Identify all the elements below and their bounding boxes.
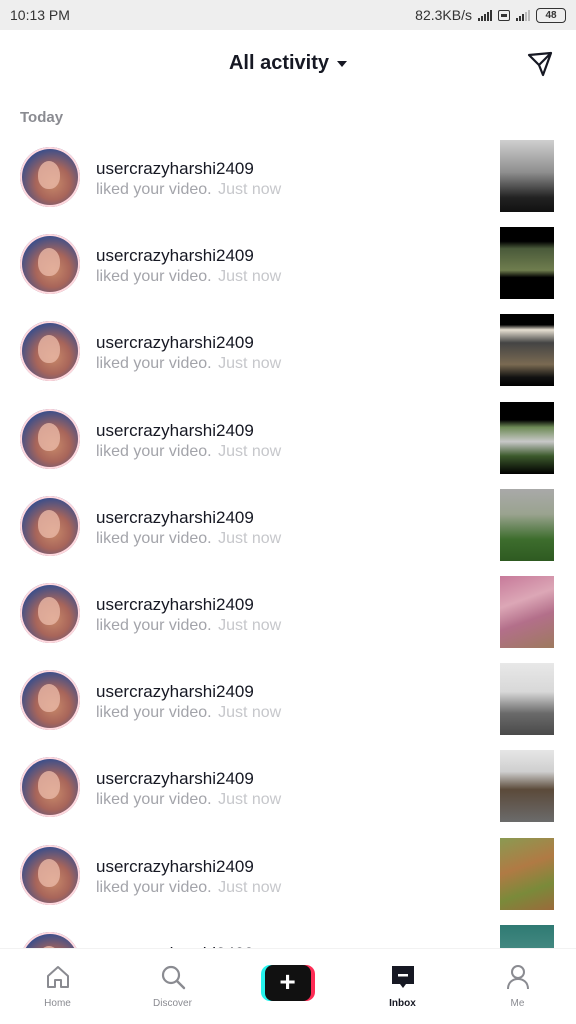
notification-text: liked your video. Just now: [96, 617, 281, 635]
home-icon: [46, 966, 69, 988]
avatar[interactable]: [20, 583, 80, 643]
notification-row[interactable]: usercrazyharshi2409 liked your video. Jus…: [0, 312, 576, 399]
nav-discover[interactable]: Discover: [115, 949, 230, 1024]
video-thumbnail[interactable]: [500, 837, 554, 910]
nav-home[interactable]: Home: [0, 949, 115, 1024]
notification-row[interactable]: usercrazyharshi2409liked your video. Jus…: [0, 923, 576, 948]
notification-action: liked your video.: [96, 529, 212, 547]
page-title: All activity: [228, 52, 330, 74]
section-label-today: Today: [20, 109, 64, 126]
avatar[interactable]: [20, 931, 80, 948]
notification-action: liked your video.: [96, 355, 212, 373]
video-thumbnail[interactable]: [500, 750, 554, 823]
status-time: 10:13 PM: [10, 7, 70, 23]
avatar[interactable]: [20, 321, 80, 382]
notification-text: liked your video. Just now: [96, 530, 281, 548]
notification-row[interactable]: usercrazyharshi2409 liked your video. Jus…: [0, 748, 576, 835]
notification-time: Just now: [218, 355, 282, 373]
notification-time: Just now: [218, 617, 282, 634]
notification-username[interactable]: usercrazyharshi2409: [96, 769, 254, 789]
inbox-header: All activity: [0, 30, 576, 96]
notification-text: liked your video. Just now: [96, 879, 281, 897]
video-thumbnail[interactable]: [500, 488, 554, 561]
battery-icon: 48: [536, 7, 566, 23]
notification-text: liked your video. Just now: [96, 791, 281, 809]
signal-icon: [478, 9, 492, 21]
avatar[interactable]: [20, 757, 80, 818]
nav-me-label: Me: [510, 998, 525, 1009]
notification-username[interactable]: usercrazyharshi2409: [96, 159, 254, 179]
notification-action: liked your video.: [96, 268, 212, 286]
notification-action: liked your video.: [96, 704, 212, 722]
video-thumbnail[interactable]: [500, 924, 554, 948]
status-indicators: 82.3KB/s 48: [415, 7, 566, 23]
caret-down-icon: [337, 60, 348, 67]
notification-username[interactable]: usercrazyharshi2409: [96, 508, 254, 528]
nav-inbox[interactable]: Inbox: [345, 949, 460, 1024]
status-bar: 10:13 PM 82.3KB/s 48: [0, 0, 576, 30]
notification-row[interactable]: usercrazyharshi2409liked your video. Jus…: [0, 836, 576, 923]
nav-create[interactable]: +: [230, 949, 345, 1024]
nav-discover-label: Discover: [153, 998, 192, 1009]
avatar[interactable]: [20, 408, 80, 469]
video-thumbnail[interactable]: [500, 140, 554, 212]
nav-home-label: Home: [44, 998, 71, 1009]
notification-time: Just now: [218, 268, 282, 286]
notification-username[interactable]: usercrazyharshi2409: [96, 333, 254, 353]
avatar[interactable]: [20, 670, 80, 731]
notification-username[interactable]: usercrazyharshi2409: [96, 857, 254, 877]
notification-list[interactable]: usercrazyharshi2409 liked your video. Jus…: [0, 138, 576, 948]
notification-time: Just now: [218, 442, 282, 460]
notification-action: liked your video.: [96, 791, 212, 809]
notification-username[interactable]: usercrazyharshi2409: [96, 595, 254, 615]
avatar[interactable]: [20, 495, 80, 556]
inbox-icon: [391, 966, 414, 988]
video-thumbnail[interactable]: [500, 227, 554, 300]
paper-plane-icon[interactable]: [526, 50, 554, 78]
avatar[interactable]: [20, 147, 80, 207]
plus-icon: +: [264, 965, 311, 1001]
avatar[interactable]: [20, 844, 80, 905]
bottom-nav: Home Discover + Inbox Me: [0, 948, 576, 1024]
notification-time: Just now: [218, 878, 282, 896]
nav-me[interactable]: Me: [460, 949, 575, 1024]
notification-username[interactable]: usercrazyharshi2409: [96, 682, 254, 702]
notification-row[interactable]: usercrazyharshi2409 liked your video. Jus…: [0, 138, 576, 225]
notification-text: liked your video. Just now: [96, 443, 281, 461]
notification-action: liked your video.: [96, 442, 212, 460]
create-button[interactable]: +: [260, 965, 315, 1001]
notification-text: liked your video. Just now: [96, 181, 281, 199]
notification-action: liked your video.: [96, 181, 212, 198]
notification-action: liked your video.: [96, 878, 212, 896]
video-thumbnail[interactable]: [500, 401, 554, 474]
avatar[interactable]: [20, 234, 80, 295]
notification-text: liked your video. Just now: [96, 355, 281, 373]
search-icon: [161, 965, 185, 990]
notification-username[interactable]: usercrazyharshi2409: [96, 421, 254, 441]
notification-row[interactable]: usercrazyharshi2409 liked your video. Jus…: [0, 574, 576, 661]
notification-text: liked your video. Just now: [96, 268, 281, 286]
notification-row[interactable]: usercrazyharshi2409 liked your video. Jus…: [0, 225, 576, 312]
notification-row[interactable]: usercrazyharshi2409 liked your video. Jus…: [0, 661, 576, 748]
notification-text: liked your video. Just now: [96, 704, 281, 722]
network-speed: 82.3KB/s: [415, 7, 472, 23]
video-thumbnail[interactable]: [500, 663, 554, 736]
notification-time: Just now: [218, 791, 282, 809]
notification-time: Just now: [218, 529, 282, 547]
notification-row[interactable]: usercrazyharshi2409liked your video. Jus…: [0, 487, 576, 574]
signal-icon-2: [516, 9, 530, 21]
activity-filter-dropdown[interactable]: All activity: [0, 52, 576, 75]
sim-icon: [498, 9, 510, 21]
notification-row[interactable]: usercrazyharshi2409liked your video. Jus…: [0, 400, 576, 487]
notification-username[interactable]: usercrazyharshi2409: [96, 246, 254, 266]
profile-icon: [506, 965, 529, 990]
nav-inbox-label: Inbox: [389, 998, 416, 1009]
notification-time: Just now: [218, 704, 282, 722]
video-thumbnail[interactable]: [500, 576, 554, 648]
notification-action: liked your video.: [96, 617, 212, 634]
video-thumbnail[interactable]: [500, 314, 554, 387]
notification-time: Just now: [218, 181, 282, 198]
